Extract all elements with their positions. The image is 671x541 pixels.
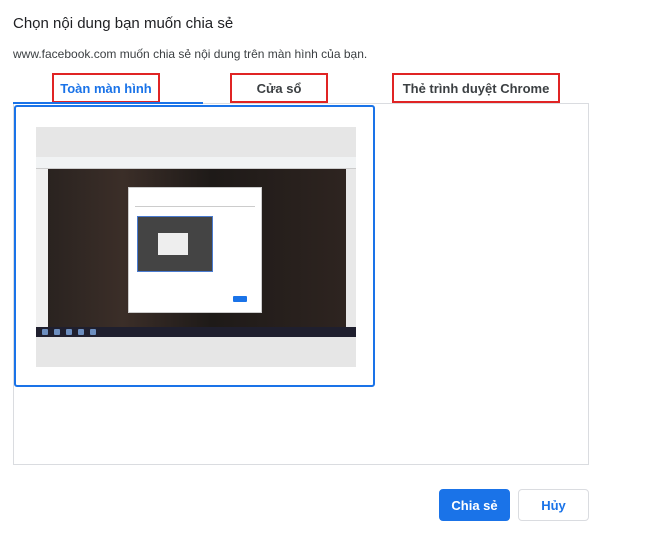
preview-taskbar: [36, 327, 356, 337]
screen-thumbnail: [36, 127, 356, 367]
preview-taskbar-icon: [78, 329, 84, 335]
dialog-title: Chọn nội dung bạn muốn chia sẻ: [13, 15, 234, 32]
preview-nested-window: [158, 233, 188, 255]
preview-inner-thumbnail: [137, 216, 213, 272]
preview-inner-share-button: [233, 296, 247, 302]
preview-browser-bar: [36, 157, 356, 169]
preview-taskbar-icon: [54, 329, 60, 335]
share-button[interactable]: Chia sẻ: [439, 489, 510, 521]
tab-chrome-tab[interactable]: Thẻ trình duyệt Chrome: [392, 73, 560, 103]
tab-window[interactable]: Cửa sổ: [230, 73, 328, 103]
preview-scrollbar: [346, 169, 356, 327]
screen-source-tile[interactable]: [14, 105, 375, 387]
preview-inner-tabs: [135, 206, 255, 207]
preview-inner-dialog: [128, 187, 262, 313]
screen-preview-image: [36, 157, 356, 337]
preview-taskbar-icon: [66, 329, 72, 335]
preview-taskbar-icon: [42, 329, 48, 335]
cancel-button[interactable]: Hủy: [518, 489, 589, 521]
preview-taskbar-icon: [90, 329, 96, 335]
preview-sidebar: [36, 169, 48, 327]
dialog-subtitle: www.facebook.com muốn chia sẻ nội dung t…: [13, 47, 368, 61]
tab-entire-screen[interactable]: Toàn màn hình: [52, 73, 160, 103]
